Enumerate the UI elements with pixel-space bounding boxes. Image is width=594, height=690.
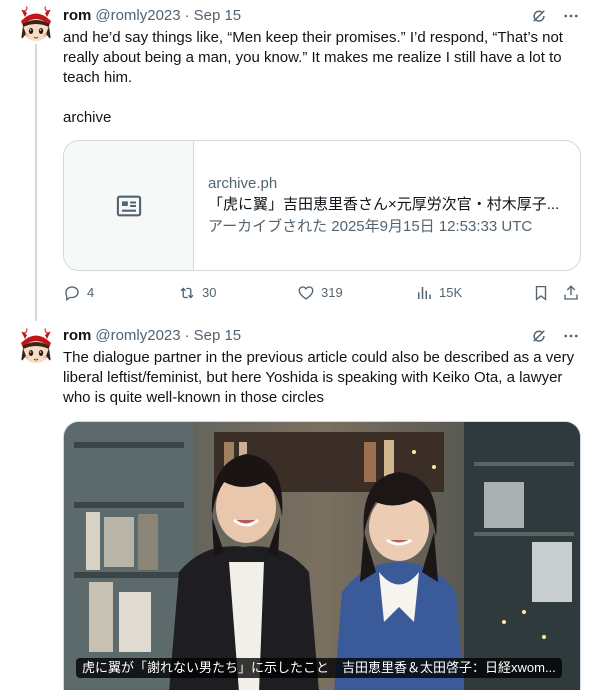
tweet-text: The dialogue partner in the previous art… [63, 349, 579, 406]
separator-dot: · [184, 327, 190, 344]
card-body: archive.ph 「虎に翼」吉田恵里香さん×元厚労次官・村木厚子... アー… [194, 141, 580, 270]
share-icon [564, 285, 578, 300]
tweet-header: rom @romly2023 · Sep 15 [63, 326, 580, 346]
author-handle[interactable]: @romly2023 [95, 6, 180, 26]
reply-button[interactable]: 4 [63, 283, 94, 303]
avatar[interactable] [16, 326, 56, 366]
bookmark-icon [535, 285, 547, 301]
header-actions [530, 7, 580, 25]
reply-icon [65, 286, 79, 302]
repost-count: 30 [202, 285, 217, 300]
photo-two-women-bookstore [64, 422, 580, 690]
repost-button[interactable]: 30 [178, 283, 216, 303]
heart-icon [298, 286, 314, 300]
header-actions [530, 327, 580, 345]
grok-icon[interactable] [530, 327, 548, 345]
tweet-text: and he’d say things like, “Men keep thei… [63, 29, 568, 86]
views-icon [418, 287, 431, 299]
card-thumbnail [64, 141, 194, 270]
more-options-icon[interactable] [562, 7, 580, 25]
card-domain: archive.ph [208, 174, 278, 192]
views-count: 15K [439, 285, 463, 300]
tweet-content: rom @romly2023 · Sep 15 and he’d say thi… [63, 6, 580, 128]
tweet-header: rom @romly2023 · Sep 15 [63, 6, 580, 26]
media-caption: 虎に翼が「謝れない男たち」に示したこと 吉田恵里香＆太田啓子：日経xwom... [76, 658, 562, 678]
link-preview-card[interactable]: archive.ph 「虎に翼」吉田恵里香さん×元厚労次官・村木厚子... アー… [63, 140, 581, 271]
author-handle[interactable]: @romly2023 [95, 326, 180, 346]
tweet-date[interactable]: Sep 15 [194, 6, 242, 26]
card-title: 「虎に翼」吉田恵里香さん×元厚労次官・村木厚子... [208, 195, 560, 213]
like-count: 319 [321, 285, 343, 300]
share-button[interactable] [562, 283, 580, 303]
views-button[interactable]: 15K [415, 283, 462, 303]
separator-dot: · [184, 7, 190, 24]
like-button[interactable]: 319 [297, 283, 343, 303]
tweet[interactable]: rom @romly2023 · Sep 15 The dialogue par… [0, 318, 594, 690]
tweet-date[interactable]: Sep 15 [194, 326, 242, 346]
avatar[interactable] [16, 4, 56, 44]
tweet-media-image[interactable]: 虎に翼が「謝れない男たち」に示したこと 吉田恵里香＆太田啓子：日経xwom... [63, 421, 581, 690]
grok-icon[interactable] [530, 7, 548, 25]
author-name[interactable]: rom [63, 6, 91, 26]
author-name[interactable]: rom [63, 326, 91, 346]
tweet-actions: 4 30 319 15K [63, 283, 581, 303]
reply-count: 4 [87, 285, 95, 300]
archive-link-text[interactable]: archive [63, 108, 580, 128]
tweet[interactable]: rom @romly2023 · Sep 15 and he’d say thi… [0, 0, 594, 318]
card-description: アーカイブされた 2025年9月15日 12:53:33 UTC [208, 217, 533, 235]
bookmark-button[interactable] [532, 283, 550, 303]
tweet-content: rom @romly2023 · Sep 15 The dialogue par… [63, 326, 580, 408]
article-icon [116, 195, 141, 216]
more-options-icon[interactable] [562, 327, 580, 345]
repost-icon [180, 287, 194, 299]
